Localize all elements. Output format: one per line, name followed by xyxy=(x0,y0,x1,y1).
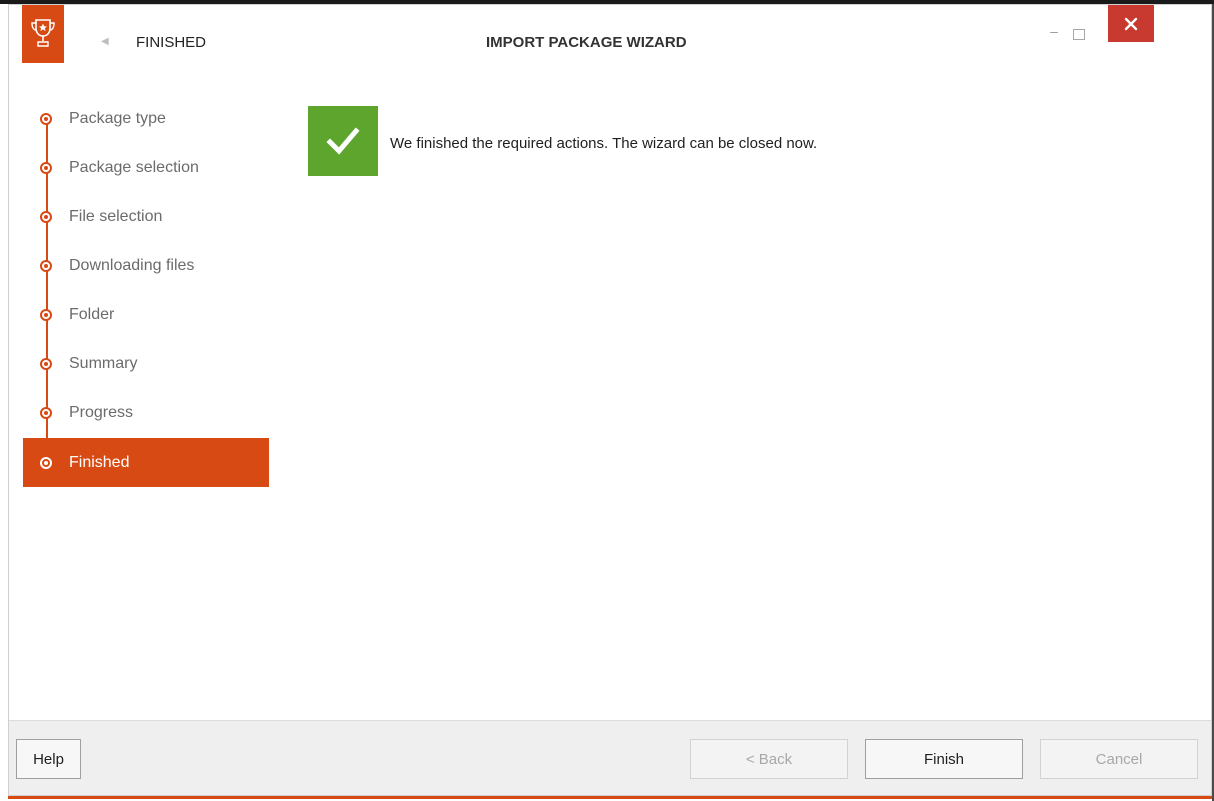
current-step-title: FINISHED xyxy=(136,34,207,51)
minimize-button[interactable]: – xyxy=(1044,23,1064,43)
step-package-selection[interactable]: Package selection xyxy=(23,143,269,192)
step-label: Summary xyxy=(69,354,138,372)
step-summary[interactable]: Summary xyxy=(23,339,269,388)
window-title: IMPORT PACKAGE WIZARD xyxy=(486,34,687,51)
step-file-selection[interactable]: File selection xyxy=(23,192,269,241)
footer-bar: Help < Back Finish Cancel xyxy=(9,720,1211,795)
cancel-button[interactable]: Cancel xyxy=(1040,739,1198,779)
step-label: Progress xyxy=(69,403,134,421)
finish-button[interactable]: Finish xyxy=(865,739,1023,779)
step-label: Folder xyxy=(69,305,115,323)
step-folder[interactable]: Folder xyxy=(23,290,269,339)
close-icon xyxy=(1124,17,1138,30)
help-button[interactable]: Help xyxy=(16,739,81,779)
step-package-type[interactable]: Package type xyxy=(23,94,269,143)
step-marker-icon xyxy=(40,259,52,272)
step-marker-icon xyxy=(40,456,52,469)
step-label: Finished xyxy=(69,453,130,471)
step-label: File selection xyxy=(69,207,163,225)
checkmark-icon xyxy=(308,106,378,176)
step-marker-icon xyxy=(40,161,52,174)
step-progress[interactable]: Progress xyxy=(23,388,269,437)
back-button[interactable]: < Back xyxy=(690,739,848,779)
wizard-window: ◀ FINISHED IMPORT PACKAGE WIZARD – Packa… xyxy=(8,4,1212,796)
step-marker-icon xyxy=(40,112,52,125)
step-marker-icon xyxy=(40,406,52,419)
step-label: Package selection xyxy=(69,158,199,176)
window-bottom-accent xyxy=(8,796,1212,799)
step-finished[interactable]: Finished xyxy=(23,438,269,487)
step-downloading-files[interactable]: Downloading files xyxy=(23,241,269,290)
step-marker-icon xyxy=(40,357,52,370)
trophy-icon xyxy=(22,5,64,63)
maximize-button[interactable] xyxy=(1073,29,1085,40)
step-marker-icon xyxy=(40,210,52,223)
step-label: Package type xyxy=(69,109,166,127)
close-button[interactable] xyxy=(1108,5,1154,42)
step-marker-icon xyxy=(40,308,52,321)
back-arrow-icon[interactable]: ◀ xyxy=(101,37,109,47)
status-message: We finished the required actions. The wi… xyxy=(390,135,818,152)
step-label: Downloading files xyxy=(69,256,195,274)
